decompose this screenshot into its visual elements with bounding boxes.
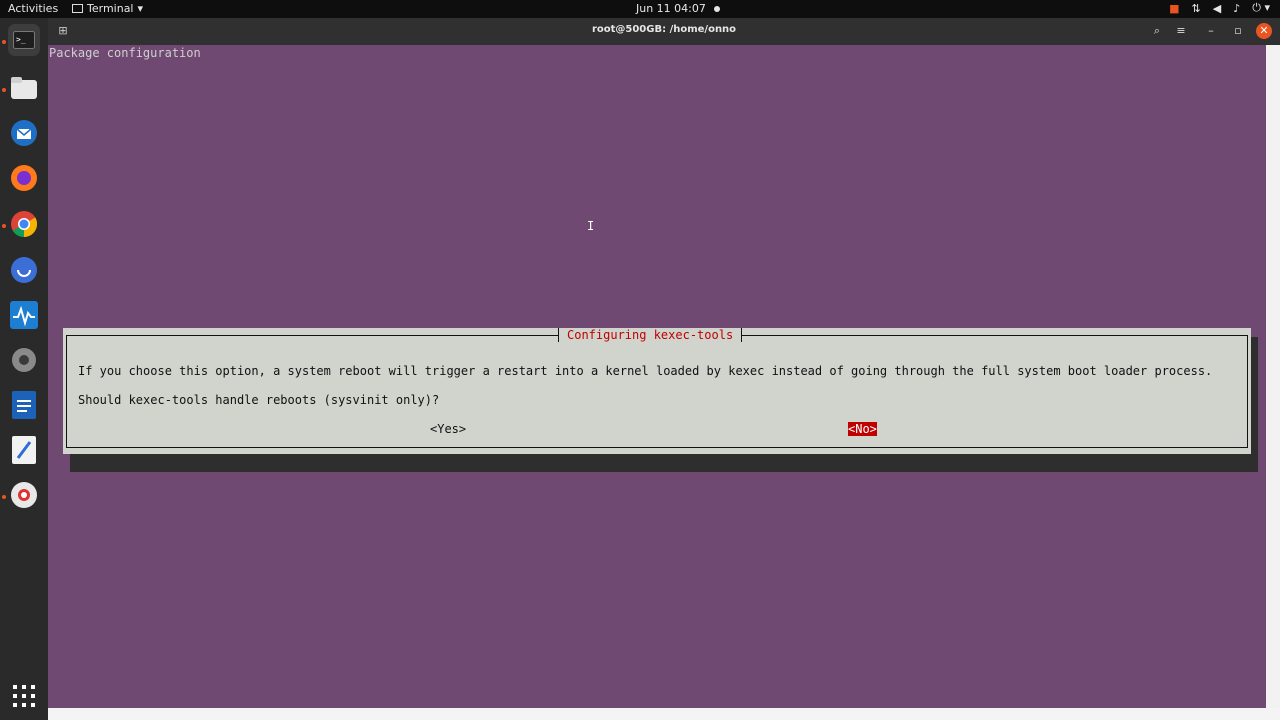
scrollbar[interactable] bbox=[1266, 45, 1280, 708]
firefox-icon[interactable] bbox=[8, 162, 40, 194]
network-icon[interactable]: ⇅ bbox=[1192, 2, 1201, 15]
running-indicator bbox=[2, 88, 6, 92]
terminal-small-icon bbox=[72, 4, 83, 13]
window-bottom-edge bbox=[48, 708, 1280, 720]
search-icon[interactable]: ⌕ bbox=[1149, 23, 1165, 39]
dock: >_ bbox=[0, 18, 48, 720]
clock[interactable]: Jun 11 04:07 bbox=[636, 2, 720, 15]
terminal-window: ⊞ root@500GB: /home/onno ⌕ ≡ – ▫ ✕ Packa… bbox=[48, 18, 1280, 720]
mic-icon[interactable]: ♪ bbox=[1233, 2, 1240, 15]
notification-dot-icon bbox=[713, 5, 720, 12]
clock-label: Jun 11 04:07 bbox=[636, 2, 706, 15]
menu-icon[interactable]: ≡ bbox=[1173, 23, 1189, 39]
maximize-icon[interactable]: ▫ bbox=[1230, 23, 1246, 39]
title-bar[interactable]: ⊞ root@500GB: /home/onno ⌕ ≡ – ▫ ✕ bbox=[48, 18, 1280, 45]
close-icon[interactable]: ✕ bbox=[1256, 23, 1272, 39]
writer-icon[interactable] bbox=[8, 389, 40, 421]
volume-icon[interactable]: ◀ bbox=[1213, 2, 1221, 15]
dialog-shadow-right bbox=[1250, 337, 1258, 472]
running-indicator bbox=[2, 224, 6, 228]
app-center-icon[interactable] bbox=[8, 479, 40, 511]
chevron-down-icon: ▾ bbox=[137, 2, 144, 15]
app-menu[interactable]: Terminal ▾ bbox=[72, 2, 143, 15]
dialog-shadow bbox=[70, 453, 1258, 472]
dialog-message: If you choose this option, a system rebo… bbox=[78, 364, 1213, 378]
chrome-icon[interactable] bbox=[8, 208, 40, 240]
terminal-content[interactable]: Package configuration Configuring kexec-… bbox=[48, 45, 1266, 708]
dialog-question: Should kexec-tools handle reboots (sysvi… bbox=[78, 393, 440, 407]
terminal-icon[interactable]: >_ bbox=[8, 24, 40, 56]
files-icon[interactable] bbox=[8, 72, 40, 104]
camera-icon[interactable]: ■ bbox=[1169, 2, 1179, 15]
no-button[interactable]: <No> bbox=[848, 422, 877, 436]
window-title: root@500GB: /home/onno bbox=[591, 24, 737, 35]
app-menu-label: Terminal bbox=[87, 2, 134, 15]
yes-button[interactable]: <Yes> bbox=[430, 422, 466, 436]
dialog-title: Configuring kexec-tools bbox=[558, 328, 743, 342]
dialog-frame bbox=[66, 335, 1248, 448]
settings-icon[interactable] bbox=[8, 344, 40, 376]
top-bar: Activities Terminal ▾ Jun 11 04:07 ■ ⇅ ◀… bbox=[0, 0, 1280, 18]
show-apps-icon[interactable] bbox=[8, 680, 40, 712]
kexec-dialog: Configuring kexec-tools If you choose th… bbox=[63, 328, 1251, 454]
text-cursor-icon: I bbox=[587, 219, 595, 233]
activities-button[interactable]: Activities bbox=[8, 2, 58, 15]
monitor-icon[interactable] bbox=[8, 299, 40, 331]
thunderbird-icon[interactable] bbox=[8, 117, 40, 149]
running-indicator bbox=[2, 495, 6, 499]
system-tray[interactable]: ■ ⇅ ◀ ♪ ⏻ ▾ bbox=[1169, 1, 1270, 15]
power-icon[interactable]: ⏻ ▾ bbox=[1252, 1, 1270, 15]
minimize-icon[interactable]: – bbox=[1203, 23, 1219, 39]
svg-text:>_: >_ bbox=[16, 35, 26, 44]
package-configuration-header: Package configuration bbox=[49, 46, 201, 60]
running-indicator bbox=[2, 40, 6, 44]
app-icon[interactable] bbox=[8, 254, 40, 286]
editor-icon[interactable] bbox=[8, 434, 40, 466]
